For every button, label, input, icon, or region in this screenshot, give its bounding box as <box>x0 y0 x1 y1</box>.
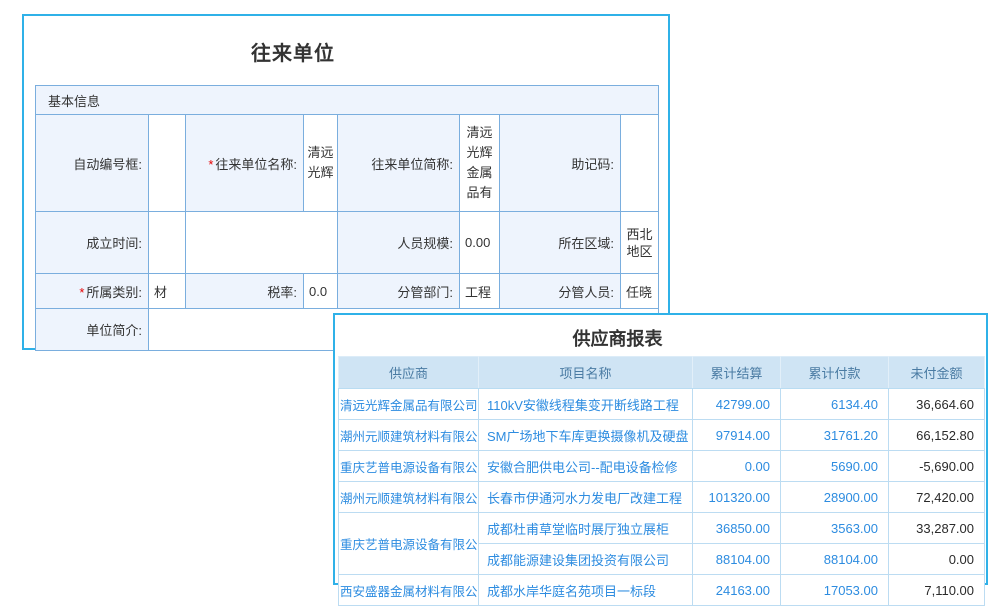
department-value: 工程 <box>460 274 500 309</box>
report-panel-title: 供应商报表 <box>335 315 986 351</box>
unpaid-amount: 36,664.60 <box>889 389 985 420</box>
project-link[interactable]: 成都杜甫草堂临时展厅独立展柜 <box>479 513 693 544</box>
column-header-paid: 累计付款 <box>781 357 889 389</box>
form-row-3: *所属类别: 材 税率: 0.0 分管部门: 工程 分管人员: 任晓 <box>36 274 659 309</box>
form-panel-title: 往来单位 <box>24 16 668 66</box>
partner-name-label: *往来单位名称: <box>186 115 304 212</box>
form-row-2: 成立时间: 人员规模: 0.00 所在区域: 西北地区 <box>36 212 659 274</box>
table-header-row: 供应商 项目名称 累计结算 累计付款 未付金额 <box>339 357 985 389</box>
table-row: 潮州元顺建筑材料有限公司 SM广场地下车库更换摄像机及硬盘 97914.00 3… <box>339 420 985 451</box>
intro-label: 单位简介: <box>36 309 149 351</box>
table-row: 清远光辉金属品有限公司 110kV安徽线程集变开断线路工程 42799.00 6… <box>339 389 985 420</box>
settled-amount[interactable]: 36850.00 <box>693 513 781 544</box>
manager-label: 分管人员: <box>500 274 621 309</box>
unpaid-amount: 66,152.80 <box>889 420 985 451</box>
project-link[interactable]: 成都水岸华庭名苑项目一标段 <box>479 575 693 606</box>
paid-amount[interactable]: 3563.00 <box>781 513 889 544</box>
settled-amount[interactable]: 24163.00 <box>693 575 781 606</box>
settled-amount[interactable]: 88104.00 <box>693 544 781 575</box>
paid-amount[interactable]: 31761.20 <box>781 420 889 451</box>
region-label: 所在区域: <box>500 212 621 274</box>
supplier-report-panel: 供应商报表 供应商 项目名称 累计结算 累计付款 未付金额 清远光辉金属品有限公… <box>333 313 988 585</box>
section-header-row: 基本信息 <box>36 86 659 115</box>
required-asterisk: * <box>208 157 213 172</box>
paid-amount[interactable]: 88104.00 <box>781 544 889 575</box>
unpaid-amount: 7,110.00 <box>889 575 985 606</box>
column-header-settled: 累计结算 <box>693 357 781 389</box>
auto-number-label: 自动编号框: <box>36 115 149 212</box>
section-title: 基本信息 <box>36 86 659 115</box>
form-row-1: 自动编号框: *往来单位名称: 清远光辉 往来单位简称: 清远光辉金属品有 助记… <box>36 115 659 212</box>
staff-scale-value: 0.00 <box>460 212 500 274</box>
paid-amount[interactable]: 17053.00 <box>781 575 889 606</box>
project-link[interactable]: 长春市伊通河水力发电厂改建工程 <box>479 482 693 513</box>
supplier-link[interactable]: 清远光辉金属品有限公司 <box>339 389 479 420</box>
project-link[interactable]: 110kV安徽线程集变开断线路工程 <box>479 389 693 420</box>
founded-time-label: 成立时间: <box>36 212 149 274</box>
column-header-supplier: 供应商 <box>339 357 479 389</box>
column-header-unpaid: 未付金额 <box>889 357 985 389</box>
department-label: 分管部门: <box>338 274 460 309</box>
unpaid-amount: -5,690.00 <box>889 451 985 482</box>
paid-amount[interactable]: 6134.40 <box>781 389 889 420</box>
mnemonic-code-value <box>621 115 659 212</box>
founded-time-value <box>149 212 186 274</box>
settled-amount[interactable]: 42799.00 <box>693 389 781 420</box>
staff-scale-label: 人员规模: <box>338 212 460 274</box>
project-link[interactable]: SM广场地下车库更换摄像机及硬盘 <box>479 420 693 451</box>
tax-rate-label: 税率: <box>186 274 304 309</box>
settled-amount[interactable]: 97914.00 <box>693 420 781 451</box>
unpaid-amount: 33,287.00 <box>889 513 985 544</box>
unpaid-amount: 72,420.00 <box>889 482 985 513</box>
partner-name-value: 清远光辉 <box>304 115 338 212</box>
supplier-link[interactable]: 潮州元顺建筑材料有限公司 <box>339 482 479 513</box>
paid-amount[interactable]: 5690.00 <box>781 451 889 482</box>
paid-amount[interactable]: 28900.00 <box>781 482 889 513</box>
supplier-link[interactable]: 重庆艺普电源设备有限公司 <box>339 513 479 575</box>
partner-short-name-label: 往来单位简称: <box>338 115 460 212</box>
partner-form-panel: 往来单位 基本信息 自动编号框: *往来单位名称: 清远光辉 往来单位简称: 清… <box>22 14 670 350</box>
settled-amount[interactable]: 101320.00 <box>693 482 781 513</box>
table-row: 重庆艺普电源设备有限公司 安徽合肥供电公司--配电设备检修 0.00 5690.… <box>339 451 985 482</box>
table-row: 重庆艺普电源设备有限公司 成都杜甫草堂临时展厅独立展柜 36850.00 356… <box>339 513 985 544</box>
tax-rate-value: 0.0 <box>304 274 338 309</box>
supplier-report-table: 供应商 项目名称 累计结算 累计付款 未付金额 清远光辉金属品有限公司 110k… <box>338 356 985 606</box>
unpaid-amount: 0.00 <box>889 544 985 575</box>
table-row: 西安盛器金属材料有限公司 成都水岸华庭名苑项目一标段 24163.00 1705… <box>339 575 985 606</box>
auto-number-value <box>149 115 186 212</box>
supplier-link[interactable]: 重庆艺普电源设备有限公司 <box>339 451 479 482</box>
category-label: *所属类别: <box>36 274 149 309</box>
required-asterisk: * <box>79 285 84 300</box>
partner-short-name-value: 清远光辉金属品有 <box>460 115 500 212</box>
project-link[interactable]: 安徽合肥供电公司--配电设备检修 <box>479 451 693 482</box>
table-row: 潮州元顺建筑材料有限公司 长春市伊通河水力发电厂改建工程 101320.00 2… <box>339 482 985 513</box>
manager-value: 任晓 <box>621 274 659 309</box>
column-header-project: 项目名称 <box>479 357 693 389</box>
settled-amount[interactable]: 0.00 <box>693 451 781 482</box>
category-value: 材 <box>149 274 186 309</box>
basic-info-form-table: 基本信息 自动编号框: *往来单位名称: 清远光辉 往来单位简称: 清远光辉金属… <box>35 85 659 351</box>
region-value: 西北地区 <box>621 212 659 274</box>
founded-time-extra-cell <box>186 212 338 274</box>
project-link[interactable]: 成都能源建设集团投资有限公司 <box>479 544 693 575</box>
mnemonic-code-label: 助记码: <box>500 115 621 212</box>
supplier-link[interactable]: 西安盛器金属材料有限公司 <box>339 575 479 606</box>
supplier-link[interactable]: 潮州元顺建筑材料有限公司 <box>339 420 479 451</box>
